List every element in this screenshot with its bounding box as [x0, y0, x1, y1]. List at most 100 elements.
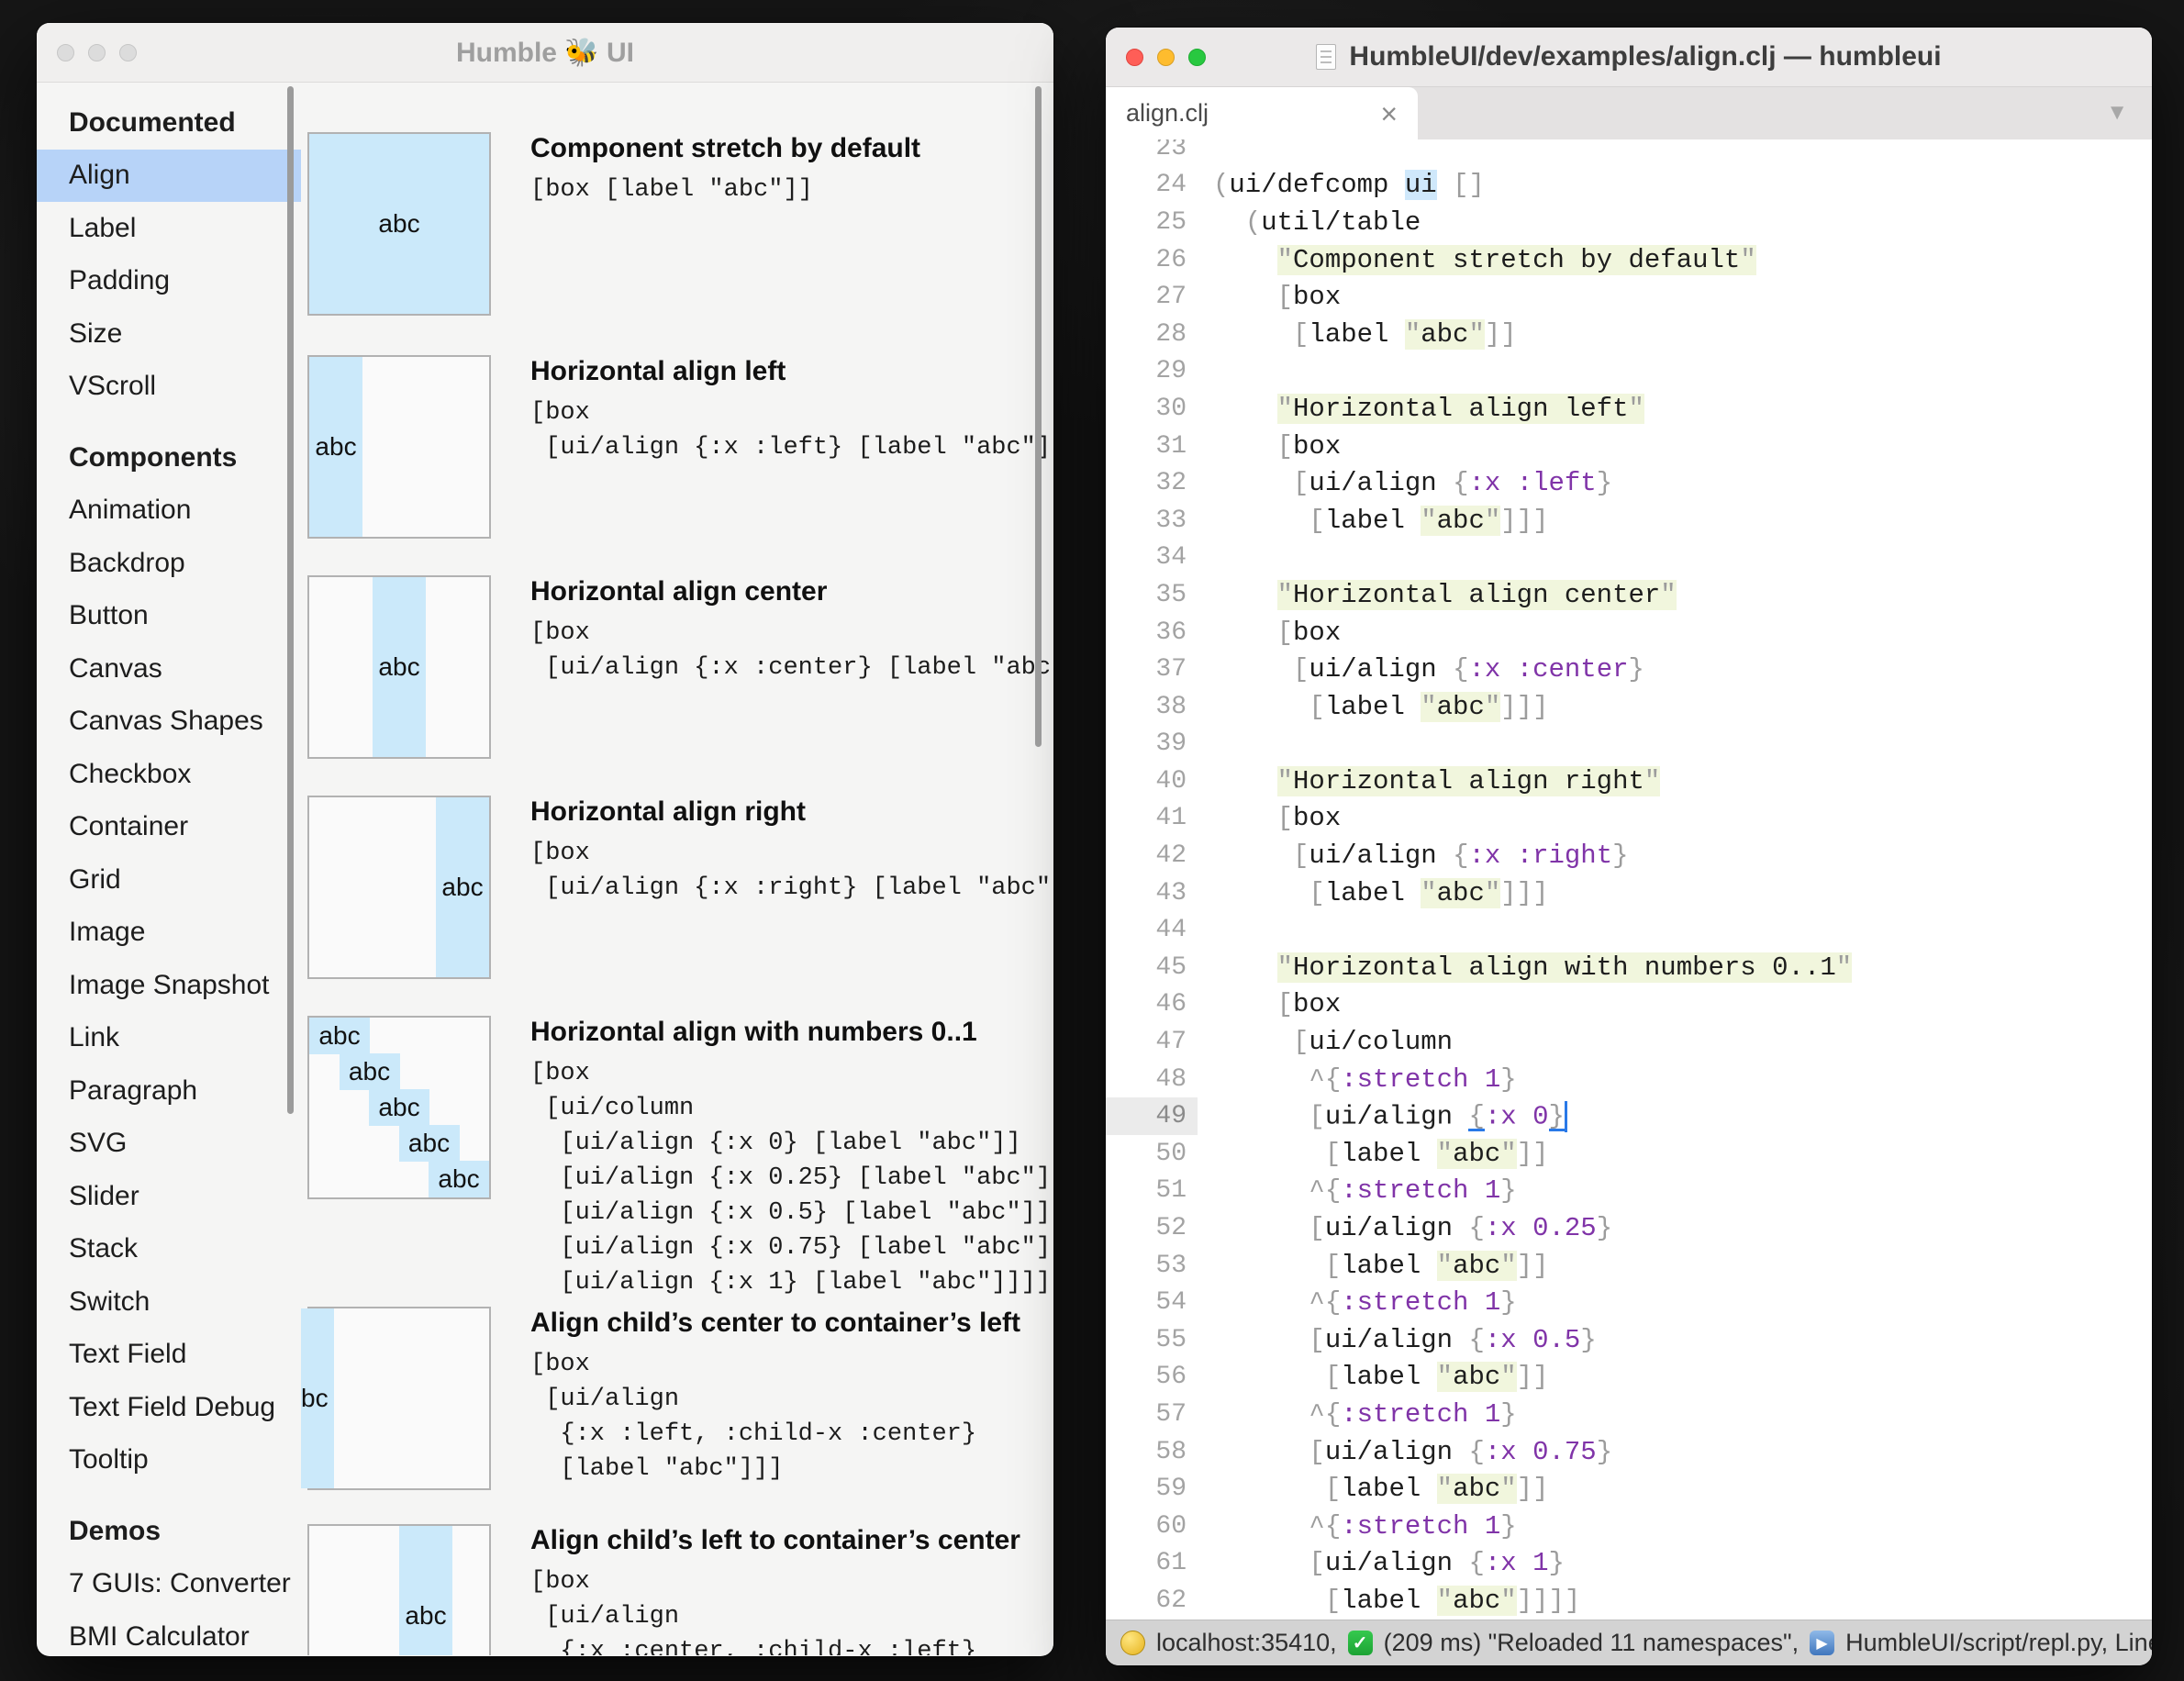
sidebar-scrollbar[interactable]	[287, 86, 294, 1114]
minimize-window-icon[interactable]	[1157, 49, 1175, 66]
close-window-icon[interactable]	[57, 44, 74, 61]
status-text: HumbleUI/script/repl.py, Line 49, Colum	[1845, 1629, 2152, 1657]
line-code: [box	[1213, 282, 1341, 312]
sidebar-item-switch[interactable]: Switch	[37, 1275, 301, 1329]
zoom-window-icon[interactable]	[1188, 49, 1206, 66]
sidebar-item-canvas[interactable]: Canvas	[37, 642, 301, 696]
token: :center	[1517, 654, 1629, 685]
line-code: [ui/column	[1213, 1027, 1453, 1057]
sidebar-item-text-field[interactable]: Text Field	[37, 1329, 301, 1382]
close-tab-icon[interactable]: ×	[1380, 99, 1398, 128]
sidebar-item-container[interactable]: Container	[37, 801, 301, 854]
token: {	[1468, 1437, 1484, 1467]
token: ui/align	[1325, 1325, 1453, 1355]
token: :stretch	[1341, 1511, 1468, 1542]
sidebar-item-image[interactable]: Image	[37, 907, 301, 960]
line-number: 26	[1106, 241, 1198, 279]
token: 1	[1485, 1511, 1500, 1542]
token: ui/align	[1309, 840, 1436, 871]
token: "	[1660, 580, 1676, 610]
code-editor-area[interactable]: 2324(ui/defcomp ui []25 (util/table26 "C…	[1106, 139, 2152, 1619]
line-code: [ui/align {:x :left}	[1213, 468, 1612, 498]
line-number: 37	[1106, 651, 1198, 688]
window-title: Humble 🐝 UI	[456, 37, 634, 69]
sidebar-item-7-guis-converter[interactable]: 7 GUIs: Converter	[37, 1558, 301, 1611]
sidebar-item-vscroll[interactable]: VScroll	[37, 361, 301, 414]
line-number: 49	[1106, 1097, 1198, 1135]
sidebar-item-label[interactable]: Label	[37, 202, 301, 255]
line-number: 56	[1106, 1359, 1198, 1397]
token: box	[1293, 282, 1341, 312]
sidebar-item-button[interactable]: Button	[37, 590, 301, 643]
sidebar-item-svg[interactable]: SVG	[37, 1118, 301, 1171]
sidebar-item-link[interactable]: Link	[37, 1012, 301, 1065]
sidebar-item-align[interactable]: Align	[37, 150, 301, 203]
token: 1	[1485, 1287, 1500, 1318]
line-number: 46	[1106, 986, 1198, 1024]
examples-content: abcComponent stretch by default[box [lab…	[301, 83, 1053, 1655]
humble-ui-titlebar[interactable]: Humble 🐝 UI	[37, 23, 1053, 83]
code-line: 25 (util/table	[1106, 204, 2152, 241]
token: }	[1500, 1064, 1516, 1095]
token: {	[1453, 654, 1468, 685]
code-line: 30 "Horizontal align left"	[1106, 390, 2152, 428]
token	[1500, 654, 1516, 685]
token: }	[1597, 1213, 1612, 1243]
sidebar-item-checkbox[interactable]: Checkbox	[37, 748, 301, 801]
sidebar-item-paragraph[interactable]: Paragraph	[37, 1064, 301, 1118]
token: }	[1597, 1437, 1612, 1467]
example-code-line: [box	[530, 1564, 1020, 1599]
line-code: [ui/align {:x :right}	[1213, 840, 1629, 871]
token: {	[1453, 840, 1468, 871]
sidebar-item-image-snapshot[interactable]: Image Snapshot	[37, 959, 301, 1012]
token: ui	[1405, 170, 1437, 200]
preview-label: abc	[315, 432, 356, 462]
zoom-window-icon[interactable]	[119, 44, 137, 61]
token: ]]]	[1500, 878, 1548, 908]
token	[1213, 1362, 1325, 1392]
sidebar-item-padding[interactable]: Padding	[37, 255, 301, 308]
sidebar-item-stack[interactable]: Stack	[37, 1223, 301, 1276]
example-code-line: [ui/align {:x 1} [label "abc"]]]]	[530, 1265, 1053, 1300]
code-line: 46 [box	[1106, 986, 2152, 1024]
sidebar-item-animation[interactable]: Animation	[37, 484, 301, 538]
tab-overflow-dropdown-icon[interactable]: ▼	[2106, 100, 2128, 126]
sidebar-section-components: Components	[37, 431, 301, 484]
sidebar-item-backdrop[interactable]: Backdrop	[37, 537, 301, 590]
line-code: [label "abc"]]	[1213, 1251, 1549, 1281]
token: [	[1277, 431, 1293, 462]
sidebar-item-bmi-calculator[interactable]: BMI Calculator	[37, 1610, 301, 1656]
sidebar-item-size[interactable]: Size	[37, 307, 301, 361]
line-number: 29	[1106, 353, 1198, 391]
token: }	[1612, 840, 1628, 871]
sidebar-item-tooltip[interactable]: Tooltip	[37, 1434, 301, 1487]
line-code: [ui/align {:x 0.5}	[1213, 1325, 1597, 1355]
tab-label: align.clj	[1126, 99, 1209, 128]
token: }	[1549, 1101, 1565, 1131]
content-scrollbar[interactable]	[1035, 86, 1042, 747]
sidebar-item-grid[interactable]: Grid	[37, 853, 301, 907]
example-code-line: [box	[530, 1056, 1053, 1091]
line-number: 57	[1106, 1396, 1198, 1433]
code-line: 39	[1106, 726, 2152, 763]
sidebar-item-slider[interactable]: Slider	[37, 1170, 301, 1223]
line-number: 44	[1106, 911, 1198, 949]
status-bar: localhost:35410,✓(209 ms) "Reloaded 11 n…	[1106, 1620, 2152, 1665]
preview-fill: abc	[309, 134, 489, 314]
token: }	[1629, 654, 1644, 685]
close-window-icon[interactable]	[1126, 49, 1143, 66]
token: abc	[1453, 1362, 1500, 1392]
editor-titlebar[interactable]: HumbleUI/dev/examples/align.clj — humble…	[1106, 28, 2152, 87]
sidebar-item-text-field-debug[interactable]: Text Field Debug	[37, 1381, 301, 1434]
humble-ui-window: Humble 🐝 UI DocumentedAlignLabelPaddingS…	[37, 23, 1053, 1656]
sidebar-item-canvas-shapes[interactable]: Canvas Shapes	[37, 696, 301, 749]
token: {	[1468, 1548, 1484, 1578]
token: label	[1341, 1251, 1421, 1281]
token	[1517, 1325, 1532, 1355]
minimize-window-icon[interactable]	[88, 44, 106, 61]
preview-chip: abc	[340, 1053, 400, 1090]
token: ui/align	[1325, 1548, 1453, 1578]
line-code: [label "abc"]]	[1213, 319, 1517, 350]
tab-align-clj[interactable]: align.clj ×	[1106, 87, 1418, 139]
line-number: 47	[1106, 1023, 1198, 1061]
